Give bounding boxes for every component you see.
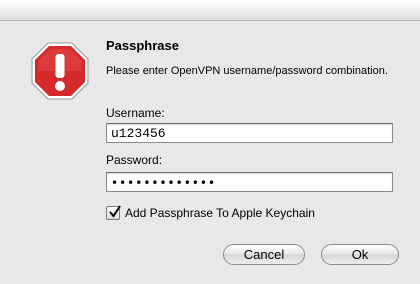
stop-alert-icon <box>30 41 90 101</box>
ok-button[interactable]: Ok <box>321 244 399 265</box>
keychain-checkbox-label: Add Passphrase To Apple Keychain <box>125 206 315 220</box>
keychain-checkbox-row[interactable]: Add Passphrase To Apple Keychain <box>106 205 315 221</box>
window-titlebar[interactable] <box>0 0 420 21</box>
password-label: Password: <box>106 153 163 167</box>
username-field[interactable]: u123456 <box>106 123 393 143</box>
dialog-title: Passphrase <box>106 38 179 53</box>
cancel-button[interactable]: Cancel <box>223 244 305 265</box>
password-field[interactable]: ••••••••••••• <box>106 172 393 192</box>
checkmark-icon <box>109 205 121 218</box>
dialog-message: Please enter OpenVPN username/password c… <box>106 65 388 77</box>
username-label: Username: <box>106 106 165 120</box>
keychain-checkbox[interactable] <box>106 205 121 220</box>
